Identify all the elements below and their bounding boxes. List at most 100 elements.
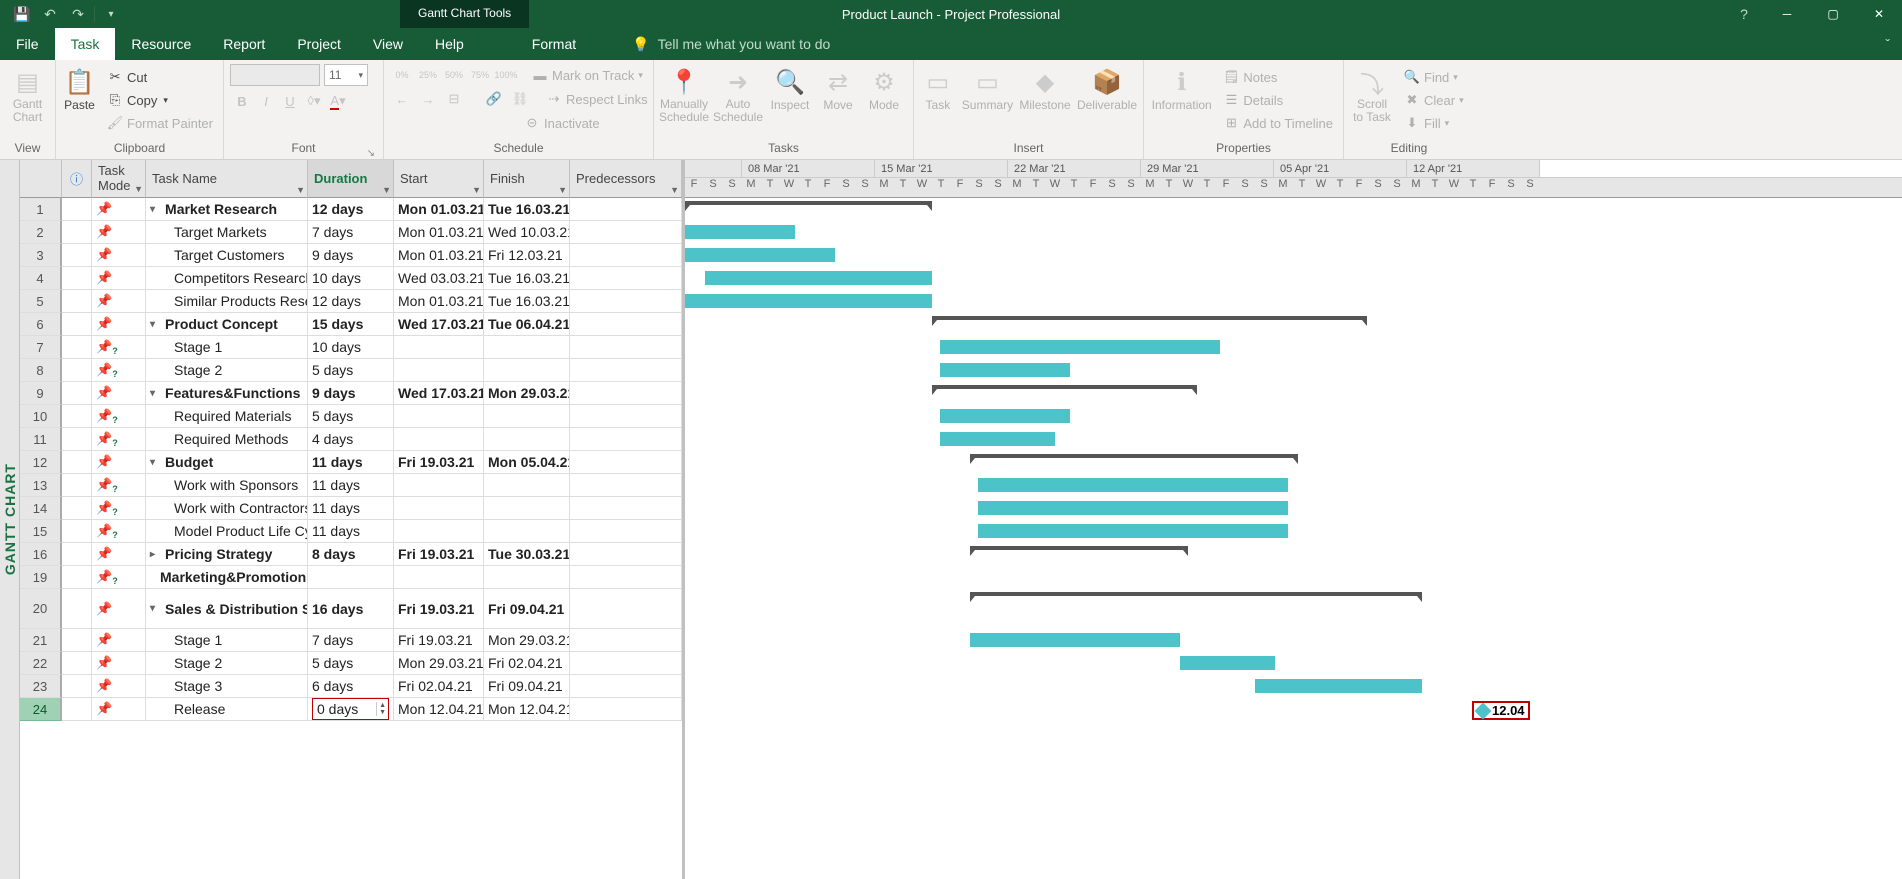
task-bar[interactable] — [978, 524, 1288, 538]
tab-view[interactable]: View — [357, 28, 419, 60]
duration-cell[interactable]: 5 days — [308, 652, 394, 675]
indicator-cell[interactable] — [62, 566, 92, 589]
indicator-cell[interactable] — [62, 497, 92, 520]
duration-cell[interactable]: 10 days — [308, 267, 394, 290]
font-size-select[interactable]: 11▾ — [324, 64, 368, 86]
duration-cell[interactable]: 5 days — [308, 359, 394, 382]
start-cell[interactable]: Mon 12.04.21 — [394, 698, 484, 721]
task-name-cell[interactable]: Required Materials — [146, 405, 308, 428]
task-bar[interactable] — [685, 225, 795, 239]
predecessors-cell[interactable] — [570, 474, 682, 497]
outline-toggle[interactable]: ▾ — [150, 603, 155, 614]
outline-toggle[interactable]: ▸ — [150, 549, 155, 560]
predecessors-cell[interactable] — [570, 520, 682, 543]
font-family-select[interactable] — [230, 64, 320, 86]
finish-cell[interactable] — [484, 520, 570, 543]
tab-resource[interactable]: Resource — [115, 28, 207, 60]
task-mode-cell[interactable]: 📌 — [92, 520, 146, 543]
task-name-cell[interactable]: ▾Sales & Distribution Strategy — [146, 589, 308, 629]
row-number[interactable]: 10 — [20, 405, 62, 428]
task-mode-cell[interactable]: 📌 — [92, 313, 146, 336]
predecessors-cell[interactable] — [570, 566, 682, 589]
summary-bar[interactable] — [970, 454, 1298, 462]
predecessors-cell[interactable] — [570, 359, 682, 382]
task-bar[interactable] — [705, 271, 932, 285]
tab-help[interactable]: Help — [419, 28, 480, 60]
task-mode-cell[interactable]: 📌 — [92, 221, 146, 244]
start-cell[interactable] — [394, 359, 484, 382]
predecessors-cell[interactable] — [570, 652, 682, 675]
move-button[interactable]: ⇄Move — [818, 64, 858, 112]
task-mode-cell[interactable]: 📌 — [92, 359, 146, 382]
information-button[interactable]: ℹInformation — [1150, 64, 1213, 112]
tell-me-search[interactable]: 💡 Tell me what you want to do — [632, 28, 830, 60]
task-name-cell[interactable]: ▾Product Concept — [146, 313, 308, 336]
indicator-cell[interactable] — [62, 589, 92, 629]
close-button[interactable]: ✕ — [1856, 0, 1902, 28]
predecessors-cell[interactable] — [570, 543, 682, 566]
outdent-button[interactable]: ← — [390, 88, 414, 110]
inactivate-button[interactable]: ⊝Inactivate — [520, 112, 604, 134]
col-finish[interactable]: Finish▼ — [484, 160, 570, 198]
task-name-cell[interactable]: Stage 2 — [146, 359, 308, 382]
auto-schedule-button[interactable]: ➜Auto Schedule — [714, 64, 762, 124]
task-mode-cell[interactable]: 📌 — [92, 290, 146, 313]
indicator-cell[interactable] — [62, 428, 92, 451]
help-icon[interactable]: ? — [1724, 0, 1764, 28]
fill-button[interactable]: ⬇Fill▾ — [1400, 112, 1468, 134]
row-number[interactable]: 7 — [20, 336, 62, 359]
gantt-chart-button[interactable]: ▤ Gantt Chart — [6, 64, 49, 124]
spinner[interactable]: ▲▼ — [376, 702, 386, 716]
task-bar[interactable] — [1180, 656, 1275, 670]
task-name-cell[interactable]: Model Product Life Cy — [146, 520, 308, 543]
task-mode-cell[interactable]: 📌 — [92, 543, 146, 566]
indicator-cell[interactable] — [62, 520, 92, 543]
summary-bar[interactable] — [932, 385, 1197, 393]
chevron-down-icon[interactable]: ▼ — [382, 185, 391, 195]
start-cell[interactable]: Mon 01.03.21 — [394, 244, 484, 267]
duration-cell[interactable]: 12 days — [308, 198, 394, 221]
font-dialog-launcher[interactable]: ↘ — [367, 148, 375, 159]
indicator-cell[interactable] — [62, 382, 92, 405]
link-button[interactable]: 🔗 — [482, 88, 506, 110]
duration-cell[interactable]: 8 days — [308, 543, 394, 566]
row-number[interactable]: 3 — [20, 244, 62, 267]
task-mode-cell[interactable]: 📌 — [92, 244, 146, 267]
task-name-cell[interactable]: Competitors Research — [146, 267, 308, 290]
task-name-cell[interactable]: Release — [146, 698, 308, 721]
task-name-cell[interactable]: Target Markets — [146, 221, 308, 244]
finish-cell[interactable]: Tue 16.03.21 — [484, 290, 570, 313]
scroll-to-task-button[interactable]: ⤵Scroll to Task — [1350, 64, 1394, 124]
finish-cell[interactable]: Tue 30.03.21 — [484, 543, 570, 566]
manually-schedule-button[interactable]: 📍Manually Schedule — [660, 64, 708, 124]
task-mode-cell[interactable]: 📌 — [92, 589, 146, 629]
duration-cell[interactable]: 11 days — [308, 520, 394, 543]
start-cell[interactable]: Wed 17.03.21 — [394, 313, 484, 336]
start-cell[interactable] — [394, 497, 484, 520]
add-timeline-button[interactable]: ⊞Add to Timeline — [1219, 112, 1337, 134]
row-number[interactable]: 4 — [20, 267, 62, 290]
indicator-cell[interactable] — [62, 652, 92, 675]
duration-cell[interactable]: 9 days — [308, 382, 394, 405]
save-icon[interactable]: 💾 — [8, 2, 36, 26]
row-number[interactable]: 1 — [20, 198, 62, 221]
duration-cell[interactable]: 11 days — [308, 497, 394, 520]
duration-cell[interactable]: 9 days — [308, 244, 394, 267]
task-mode-cell[interactable]: 📌 — [92, 675, 146, 698]
indicator-cell[interactable] — [62, 698, 92, 721]
chevron-down-icon[interactable]: ▼ — [472, 185, 481, 195]
predecessors-cell[interactable] — [570, 382, 682, 405]
task-name-cell[interactable]: ▾Market Research — [146, 198, 308, 221]
start-cell[interactable]: Mon 01.03.21 — [394, 290, 484, 313]
chevron-down-icon[interactable]: ▼ — [558, 185, 567, 195]
font-color-button[interactable]: A▾ — [326, 90, 350, 112]
duration-cell[interactable]: 15 days — [308, 313, 394, 336]
tab-format[interactable]: Format — [516, 28, 592, 60]
underline-button[interactable]: U — [278, 90, 302, 112]
row-number[interactable]: 19 — [20, 566, 62, 589]
row-number[interactable]: 21 — [20, 629, 62, 652]
undo-icon[interactable]: ↶ — [36, 2, 64, 26]
pct25-button[interactable]: 25% — [416, 64, 440, 86]
insert-task-button[interactable]: ▭Task — [920, 64, 956, 112]
duration-cell[interactable]: 0 days▲▼ — [308, 698, 394, 721]
